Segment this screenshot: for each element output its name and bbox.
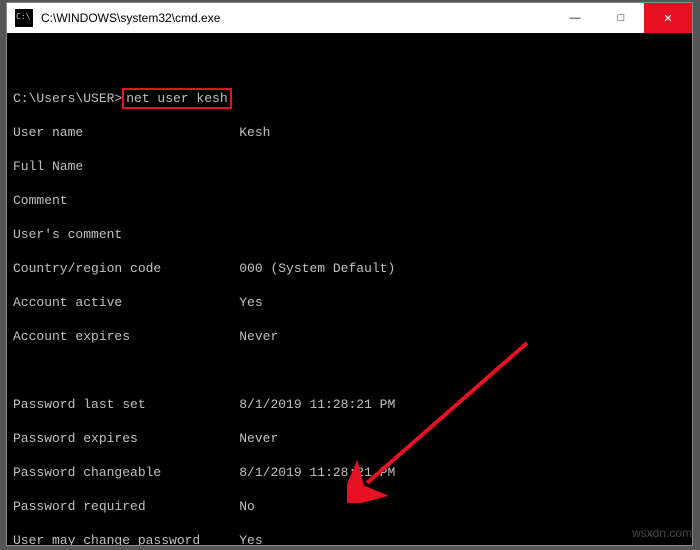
row-users-comment: User's comment	[13, 226, 692, 243]
lbl: Password changeable	[13, 465, 161, 480]
blank-line	[13, 56, 692, 73]
val: No	[239, 499, 255, 514]
blank-line	[13, 362, 692, 379]
maximize-button[interactable]: □	[598, 3, 644, 33]
val: Never	[239, 431, 278, 446]
row-fullname: Full Name	[13, 158, 692, 175]
cmd-icon	[15, 9, 33, 27]
close-button[interactable]: ✕	[644, 3, 692, 33]
val: 8/1/2019 11:28:21 PM	[239, 397, 395, 412]
val: Yes	[239, 295, 262, 310]
val: 000 (System Default)	[239, 261, 395, 276]
lbl: Password last set	[13, 397, 146, 412]
cmd-window: C:\WINDOWS\system32\cmd.exe ― □ ✕ C:\Use…	[6, 2, 693, 546]
window-controls: ― □ ✕	[552, 3, 692, 33]
command-highlight: net user kesh	[122, 88, 231, 109]
prompt-line: C:\Users\USER> net user kesh	[13, 90, 692, 107]
row-active: Account active Yes	[13, 294, 692, 311]
lbl: Password expires	[13, 431, 138, 446]
row-pw-user: User may change password Yes	[13, 532, 692, 545]
lbl: Country/region code	[13, 261, 161, 276]
command-text: net user kesh	[126, 91, 227, 106]
row-username: User name Kesh	[13, 124, 692, 141]
lbl: User may change password	[13, 533, 200, 545]
val: Kesh	[239, 125, 270, 140]
watermark: wsxdn.com	[632, 526, 692, 540]
window-title: C:\WINDOWS\system32\cmd.exe	[39, 11, 552, 25]
terminal-output[interactable]: C:\Users\USER> net user kesh User name Ke…	[7, 33, 692, 545]
titlebar[interactable]: C:\WINDOWS\system32\cmd.exe ― □ ✕	[7, 3, 692, 33]
prompt-text: C:\Users\USER>	[13, 91, 122, 106]
val: Yes	[239, 533, 262, 545]
row-pw-req: Password required No	[13, 498, 692, 515]
val: Never	[239, 329, 278, 344]
minimize-button[interactable]: ―	[552, 3, 598, 33]
row-expires: Account expires Never	[13, 328, 692, 345]
lbl: Account active	[13, 295, 122, 310]
row-pw-exp: Password expires Never	[13, 430, 692, 447]
row-country: Country/region code 000 (System Default)	[13, 260, 692, 277]
lbl: Password required	[13, 499, 146, 514]
lbl: Account expires	[13, 329, 130, 344]
row-pw-last: Password last set 8/1/2019 11:28:21 PM	[13, 396, 692, 413]
val: 8/1/2019 11:28:21 PM	[239, 465, 395, 480]
row-comment: Comment	[13, 192, 692, 209]
lbl: User name	[13, 125, 83, 140]
row-pw-chg: Password changeable 8/1/2019 11:28:21 PM	[13, 464, 692, 481]
